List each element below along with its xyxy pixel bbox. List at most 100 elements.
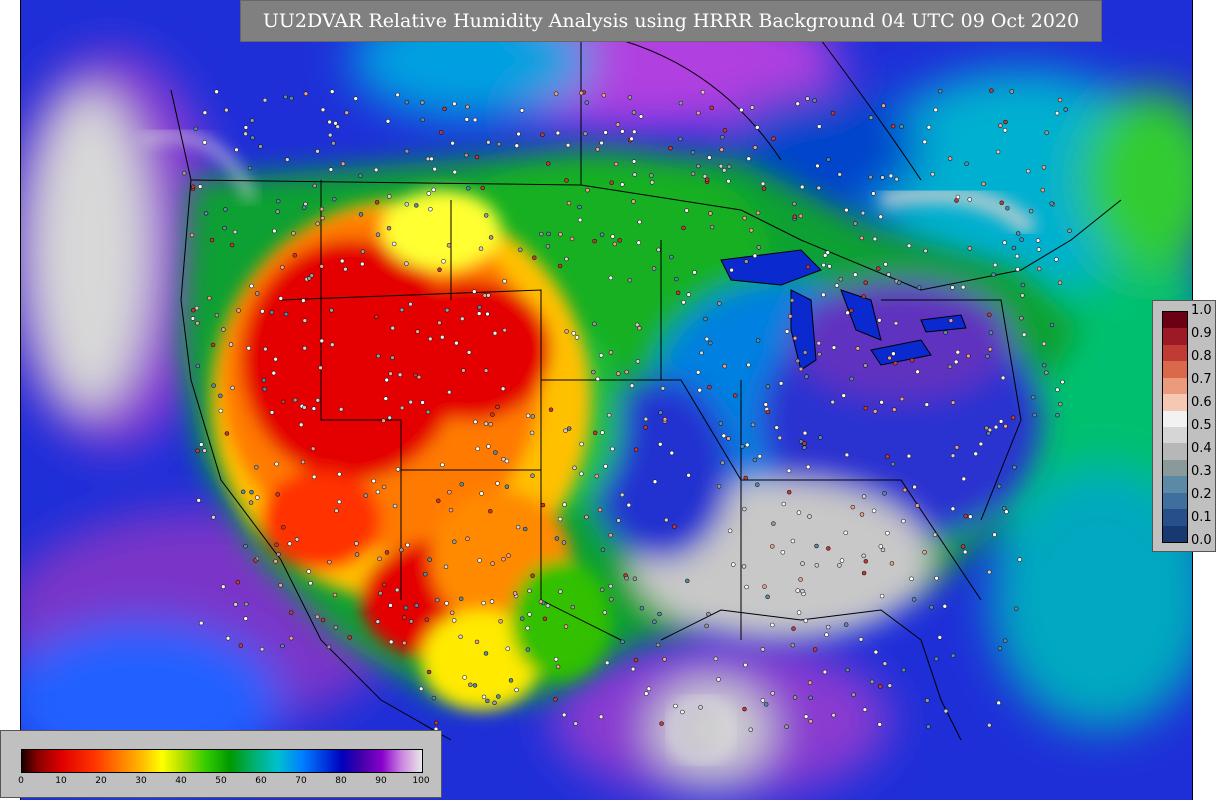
station-dot: [740, 444, 745, 449]
station-dot: [228, 342, 234, 347]
station-dot: [418, 686, 424, 692]
station-dot: [868, 174, 873, 180]
station-dot: [598, 714, 604, 720]
station-dot: [839, 558, 845, 563]
station-dot: [802, 445, 807, 450]
station-dot: [391, 241, 397, 247]
station-dot: [579, 90, 584, 96]
station-dot: [762, 584, 767, 589]
station-dot: [375, 489, 381, 495]
station-dot: [858, 637, 864, 642]
station-dot: [1054, 110, 1060, 116]
station-dot: [474, 154, 480, 160]
station-dot: [664, 517, 669, 523]
station-dot: [800, 561, 805, 566]
station-dot: [235, 579, 241, 585]
station-dot: [447, 389, 452, 395]
station-dot: [726, 436, 731, 441]
station-dot: [943, 708, 949, 714]
station-dot: [902, 487, 908, 493]
station-dot: [1011, 245, 1017, 251]
station-dot: [690, 171, 696, 177]
station-dot: [707, 155, 712, 160]
station-dot: [436, 498, 441, 504]
station-dot: [912, 484, 917, 490]
station-dot: [1009, 89, 1014, 94]
station-dot: [798, 577, 803, 582]
station-dot: [756, 245, 762, 250]
station-dot: [468, 682, 473, 688]
station-dot: [315, 614, 320, 620]
station-dot: [700, 89, 706, 95]
station-dot: [274, 542, 279, 547]
station-dot: [742, 706, 747, 712]
station-dot: [624, 575, 629, 581]
station-dot: [584, 514, 589, 520]
station-dot: [911, 597, 917, 602]
station-dot: [203, 211, 209, 216]
station-dot: [558, 232, 563, 237]
station-dot: [698, 705, 703, 710]
station-dot: [437, 267, 442, 272]
station-dot: [617, 238, 622, 243]
station-dot: [745, 442, 750, 448]
station-dot: [546, 231, 551, 237]
station-dot: [190, 184, 196, 190]
station-dot: [415, 329, 420, 334]
observation-colorbar-segment: [1163, 476, 1187, 494]
station-dot: [890, 123, 896, 129]
station-dot: [384, 550, 390, 555]
station-dot: [1030, 394, 1036, 400]
station-dot: [872, 236, 878, 242]
station-dot: [1020, 293, 1025, 298]
station-dot: [387, 194, 392, 199]
station-dot: [890, 461, 896, 467]
station-dot: [465, 104, 470, 110]
station-dot: [863, 559, 869, 564]
station-dot: [1055, 412, 1060, 418]
station-dot: [869, 679, 875, 685]
station-dot: [238, 643, 244, 648]
station-dot: [504, 458, 510, 464]
station-dot: [374, 200, 380, 205]
station-dot: [563, 428, 568, 433]
station-dot: [601, 93, 607, 98]
station-dot: [597, 507, 603, 513]
station-dot: [288, 610, 294, 615]
station-dot: [392, 503, 398, 509]
station-dot: [1025, 168, 1031, 174]
station-dot: [553, 697, 558, 702]
station-dot: [447, 489, 452, 495]
station-dot: [791, 626, 796, 631]
station-dot: [221, 584, 226, 589]
station-dot: [540, 132, 545, 138]
station-dot: [742, 506, 747, 512]
station-dot: [485, 698, 490, 704]
station-dot: [830, 110, 836, 116]
station-dot: [888, 173, 894, 179]
station-dot: [508, 678, 514, 683]
station-dot: [889, 561, 895, 566]
station-dot: [261, 377, 267, 383]
station-dot: [485, 311, 490, 317]
station-dot: [363, 493, 369, 498]
observation-colorbar-segment: [1163, 361, 1187, 379]
station-dot: [991, 272, 996, 277]
station-dot: [428, 336, 433, 342]
station-dot: [834, 283, 840, 288]
station-dot: [555, 664, 561, 670]
station-dot: [999, 200, 1004, 206]
station-dot: [771, 521, 776, 526]
station-dot: [311, 406, 317, 411]
station-dot: [1019, 237, 1024, 242]
station-dot: [1057, 97, 1063, 103]
station-dot: [624, 369, 629, 375]
station-dot: [496, 141, 502, 147]
station-dot: [249, 489, 254, 495]
station-dot: [926, 724, 931, 729]
station-dot: [1044, 130, 1049, 135]
station-dot: [434, 720, 439, 726]
station-dot: [331, 141, 336, 146]
station-dot: [488, 235, 494, 240]
station-dot: [798, 366, 804, 372]
